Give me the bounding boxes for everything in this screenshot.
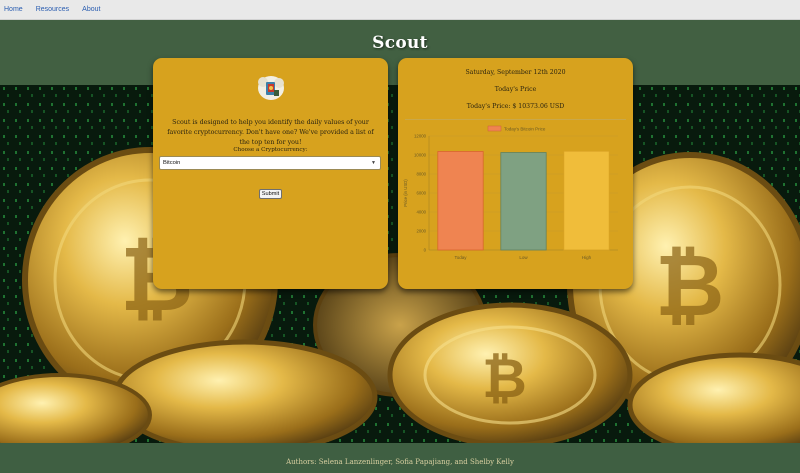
crypto-select-value: Bitcoin bbox=[163, 160, 181, 166]
x-tick-label: High bbox=[582, 255, 592, 260]
y-tick-label: 0 bbox=[424, 248, 427, 253]
y-tick-label: 6000 bbox=[416, 191, 426, 196]
x-tick-label: Today bbox=[454, 255, 467, 260]
price-bar-chart: Today's Bitcoin Price 0 2000 4000 6000 8000 10… bbox=[403, 125, 618, 260]
submit-button[interactable]: Submit bbox=[259, 189, 282, 199]
price-card: Saturday, September 12th 2020 Today's Pr… bbox=[398, 58, 633, 289]
svg-text:₿: ₿ bbox=[482, 346, 527, 410]
nav-link-resources[interactable]: Resources bbox=[36, 6, 69, 13]
price-heading: Today's Price bbox=[494, 86, 537, 93]
bar-low bbox=[500, 152, 547, 251]
footer-authors: Authors: Selena Lanzenlinger, Sofia Papa… bbox=[286, 458, 514, 466]
y-tick-label: 10000 bbox=[414, 153, 427, 158]
chevron-down-icon: ▼ bbox=[371, 160, 376, 166]
legend-label: Today's Bitcoin Price bbox=[504, 127, 546, 132]
divider bbox=[405, 119, 626, 120]
crypto-select-label: Choose a Cryptocurrency: bbox=[233, 147, 308, 153]
bar-high bbox=[563, 150, 610, 251]
price-value: Today's Price: $ 10373.06 USD bbox=[466, 103, 565, 110]
bar-today bbox=[437, 151, 484, 251]
scout-logo-icon bbox=[256, 74, 286, 102]
price-date: Saturday, September 12th 2020 bbox=[465, 69, 566, 76]
top-nav: Home Resources About bbox=[0, 0, 800, 20]
y-tick-label: 4000 bbox=[416, 210, 426, 215]
y-tick-label: 8000 bbox=[416, 172, 426, 177]
svg-text:₿: ₿ bbox=[655, 237, 724, 336]
x-tick-label: Low bbox=[519, 255, 528, 260]
nav-link-home[interactable]: Home bbox=[4, 6, 23, 13]
y-tick-label: 12000 bbox=[414, 134, 427, 139]
legend-swatch bbox=[487, 125, 502, 132]
crypto-form-card: Scout is designed to help you identify t… bbox=[153, 58, 388, 289]
page-title: Scout bbox=[372, 33, 428, 53]
y-axis-label: Price (in USD) bbox=[403, 179, 408, 207]
y-tick-label: 2000 bbox=[416, 229, 426, 234]
crypto-select[interactable]: Bitcoin ▼ bbox=[159, 156, 381, 170]
nav-link-about[interactable]: About bbox=[82, 6, 100, 13]
intro-text: Scout is designed to help you identify t… bbox=[167, 119, 374, 146]
